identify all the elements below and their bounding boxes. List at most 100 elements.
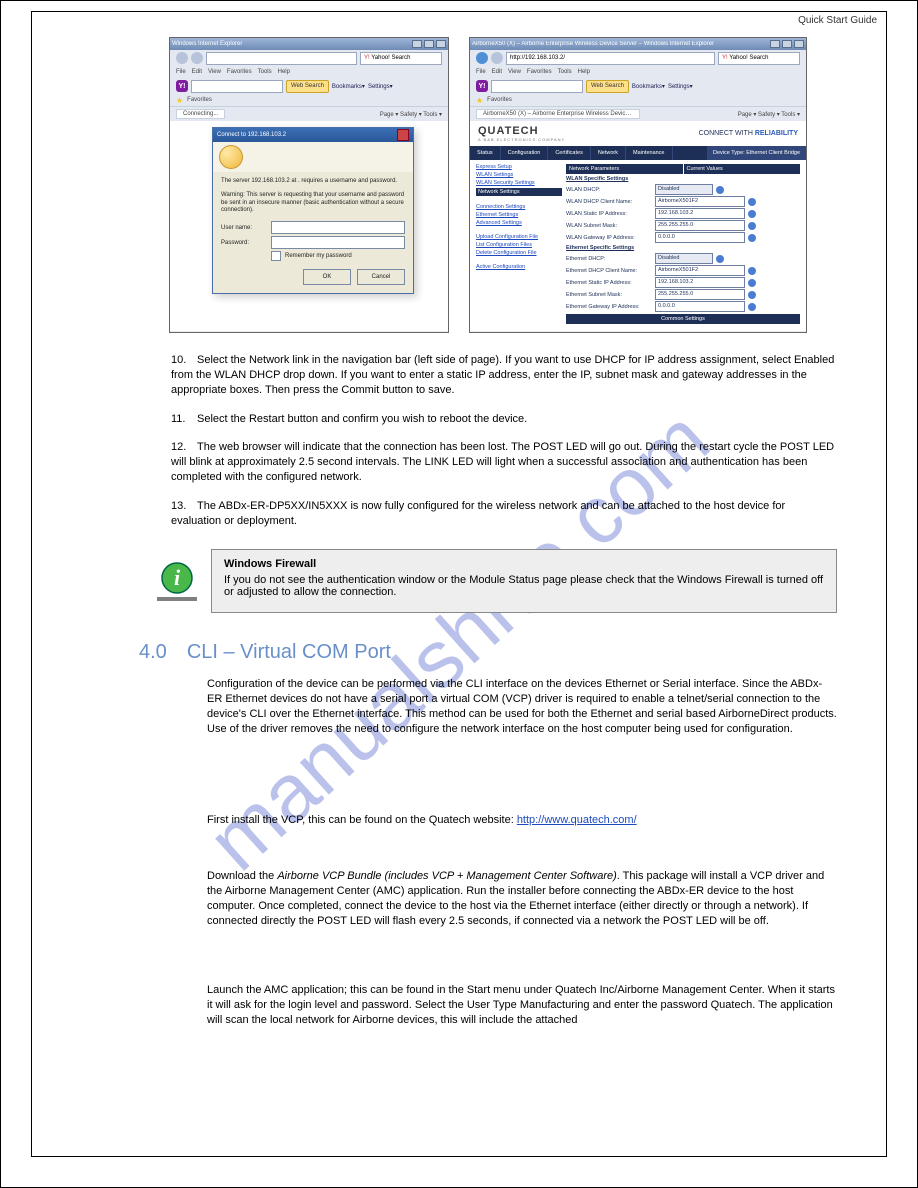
eth-field[interactable]: 0.0.0.0 (655, 301, 745, 312)
common-settings-bar: Common Settings (566, 314, 800, 324)
callout-body: If you do not see the authentication win… (224, 574, 824, 598)
menu-tools[interactable]: Tools (258, 69, 272, 75)
tools-menu[interactable]: Page ▾ Safety ▾ Tools ▾ (380, 111, 442, 118)
menu-tools[interactable]: Tools (558, 69, 572, 75)
menu-help[interactable]: Help (278, 69, 290, 75)
side-delete-config[interactable]: Delete Configuration File (476, 250, 562, 256)
nav-certificates[interactable]: Certificates (548, 146, 591, 160)
wlan-field[interactable]: AirborneX501F2 (655, 196, 745, 207)
favorites-label-2[interactable]: Favorites (487, 97, 512, 103)
cancel-button[interactable]: Cancel (357, 269, 405, 285)
window-title: Windows Internet Explorer (172, 41, 242, 47)
side-wlan-security[interactable]: WLAN Security Settings (476, 180, 562, 186)
eth-field[interactable]: AirborneX501F2 (655, 265, 745, 276)
menu-bar: File Edit View Favorites Tools Help (170, 66, 448, 78)
dialog-close-icon[interactable] (397, 129, 409, 141)
tab-device[interactable]: AirborneX50 (X) – Airborne Enterprise Wi… (476, 109, 640, 119)
window-title-2: AirborneX50 (X) – Airborne Enterprise Wi… (472, 41, 714, 47)
fwd-icon[interactable] (191, 52, 203, 64)
menu-edit[interactable]: Edit (492, 69, 502, 75)
yahoo-logo-icon: Y! (176, 80, 188, 92)
menu-file[interactable]: File (176, 69, 186, 75)
svg-text:i: i (174, 565, 181, 590)
yahoo-toolbar-2: Y! Web Search Bookmarks▾ Settings▾ (470, 78, 806, 94)
side-active-config[interactable]: Active Configuration (476, 264, 562, 270)
screenshot-row: Windows Internet Explorer Y! Yahoo! Sear… (169, 37, 877, 333)
info-icon[interactable] (748, 291, 756, 299)
side-express-setup[interactable]: Express Setup (476, 164, 562, 170)
side-connection-settings[interactable]: Connection Settings (476, 204, 562, 210)
side-ethernet-settings[interactable]: Ethernet Settings (476, 212, 562, 218)
close-icon[interactable] (794, 40, 804, 48)
info-icon[interactable] (716, 255, 724, 263)
close-icon[interactable] (436, 40, 446, 48)
menu-help[interactable]: Help (578, 69, 590, 75)
side-network-settings[interactable]: Network Settings (476, 188, 562, 196)
step-12: 12.The web browser will indicate that th… (171, 440, 837, 485)
nav-status[interactable]: Status (470, 146, 501, 160)
min-icon[interactable] (770, 40, 780, 48)
side-list-config[interactable]: List Configuration Files (476, 242, 562, 248)
min-icon[interactable] (412, 40, 422, 48)
fwd-icon[interactable] (491, 52, 503, 64)
menu-favorites[interactable]: Favorites (227, 69, 252, 75)
info-icon[interactable] (748, 210, 756, 218)
yahoo-search-button[interactable]: Web Search (286, 80, 329, 93)
yahoo-search-button-2[interactable]: Web Search (586, 80, 629, 93)
eth-field[interactable]: 255.255.255.0 (655, 289, 745, 300)
running-header: Quick Start Guide (798, 15, 877, 26)
nav-maintenance[interactable]: Maintenance (626, 146, 673, 160)
info-icon[interactable] (748, 267, 756, 275)
dialog-title: Connect to 192.168.103.2 (217, 132, 286, 138)
info-icon[interactable] (716, 186, 724, 194)
back-icon[interactable] (476, 52, 488, 64)
wlan-field[interactable]: Disabled (655, 184, 713, 195)
url-field-2[interactable]: http://192.168.103.2/ (506, 52, 715, 65)
info-icon[interactable] (748, 234, 756, 242)
max-icon[interactable] (782, 40, 792, 48)
wlan-label: WLAN Static IP Address: (566, 211, 652, 217)
side-advanced-settings[interactable]: Advanced Settings (476, 220, 562, 226)
password-input[interactable] (271, 236, 405, 249)
yahoo-search-box[interactable]: Y! Yahoo! Search (360, 52, 442, 65)
bookmarks-link[interactable]: Bookmarks▾ (332, 83, 365, 90)
quatech-link[interactable]: http://www.quatech.com/ (517, 814, 637, 826)
yahoo-search-box-2[interactable]: Y! Yahoo! Search (718, 52, 800, 65)
menu-edit[interactable]: Edit (192, 69, 202, 75)
max-icon[interactable] (424, 40, 434, 48)
nav-configuration[interactable]: Configuration (501, 146, 549, 160)
group-wlan: WLAN Specific Settings (566, 176, 800, 182)
username-input[interactable] (271, 221, 405, 234)
menu-file[interactable]: File (476, 69, 486, 75)
tab-connecting[interactable]: Connecting... (176, 109, 225, 119)
settings-link-2[interactable]: Settings▾ (668, 83, 693, 90)
ok-button[interactable]: OK (303, 269, 351, 285)
dialog-text-1: The server 192.168.103.2 at . requires a… (221, 178, 405, 186)
url-field[interactable] (206, 52, 357, 65)
side-upload-config[interactable]: Upload Configuration File (476, 234, 562, 240)
tools-menu-2[interactable]: Page ▾ Safety ▾ Tools ▾ (738, 111, 800, 118)
info-icon[interactable] (748, 279, 756, 287)
settings-link[interactable]: Settings▾ (368, 83, 393, 90)
callout-box: Windows Firewall If you do not see the a… (211, 549, 837, 613)
yahoo-input-2[interactable] (491, 80, 583, 93)
nav-network[interactable]: Network (591, 146, 626, 160)
eth-field[interactable]: Disabled (655, 253, 713, 264)
wlan-field[interactable]: 255.255.255.0 (655, 220, 745, 231)
yahoo-input[interactable] (191, 80, 283, 93)
back-icon[interactable] (176, 52, 188, 64)
info-icon[interactable] (748, 303, 756, 311)
info-icon[interactable] (748, 222, 756, 230)
favorites-label[interactable]: Favorites (187, 97, 212, 103)
info-icon[interactable] (748, 198, 756, 206)
wlan-field[interactable]: 192.168.103.2 (655, 208, 745, 219)
bookmarks-link-2[interactable]: Bookmarks▾ (632, 83, 665, 90)
remember-checkbox[interactable] (271, 251, 281, 261)
menu-view[interactable]: View (208, 69, 221, 75)
wlan-field[interactable]: 0.0.0.0 (655, 232, 745, 243)
side-wlan-settings[interactable]: WLAN Settings (476, 172, 562, 178)
menu-favorites[interactable]: Favorites (527, 69, 552, 75)
menu-view[interactable]: View (508, 69, 521, 75)
wlan-label: WLAN DHCP Client Name: (566, 199, 652, 205)
eth-field[interactable]: 192.168.103.2 (655, 277, 745, 288)
